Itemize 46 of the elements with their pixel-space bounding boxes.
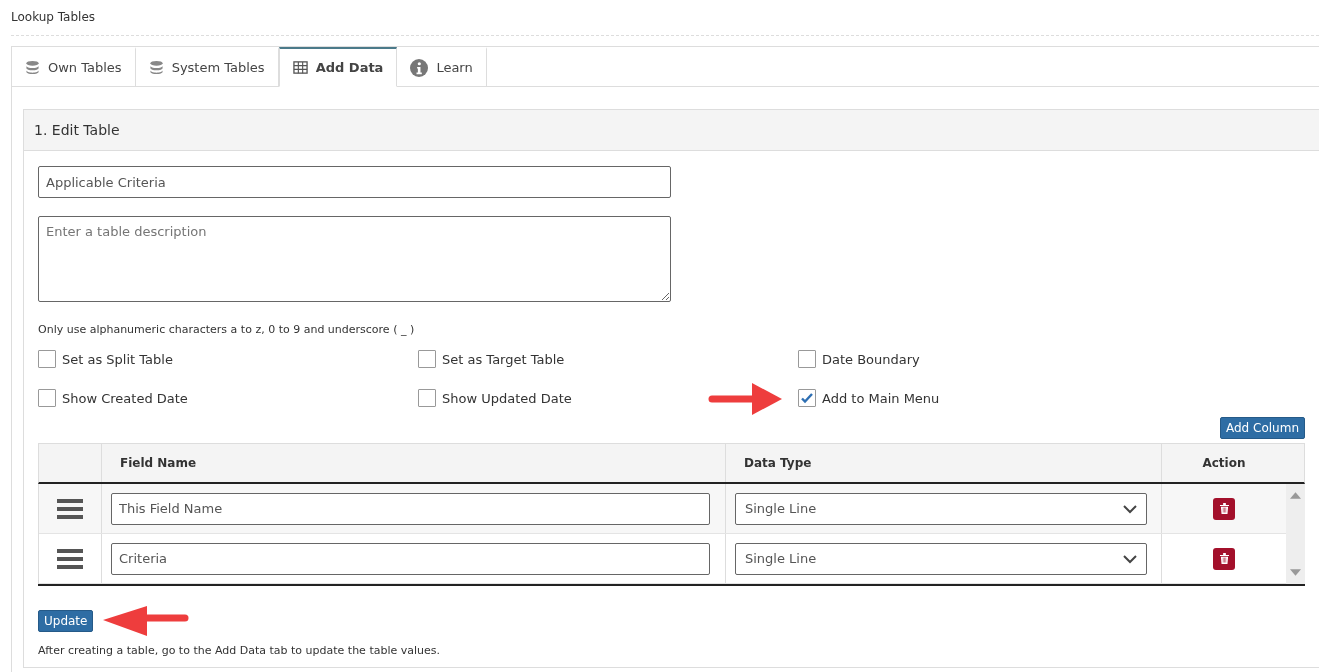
drag-handle-icon[interactable] [57,547,83,570]
checkbox-label: Date Boundary [822,351,920,367]
delete-button[interactable] [1213,547,1235,570]
tab[interactable]: Learn [397,47,487,87]
checkbox-label: Set as Split Table [62,351,173,367]
drag-handle-icon[interactable] [57,497,83,520]
footer-note: After creating a table, go to the Add Data tab to update the table values. [38,644,441,657]
checkbox[interactable] [38,350,56,368]
trash-icon [1219,553,1229,564]
checkbox[interactable] [798,389,816,407]
info-icon [410,58,429,77]
section-title: 1. Edit Table [24,110,1319,151]
scroll-down-icon[interactable] [1290,569,1301,576]
field-name-input[interactable]: This Field Name [111,492,710,525]
checkbox-label: Show Created Date [62,390,188,406]
scroll-up-icon[interactable] [1290,492,1301,499]
page-title: Lookup Tables [11,9,97,26]
data-type-select[interactable]: Single Line [735,542,1147,575]
tab[interactable]: Own Tables [12,47,136,87]
checkbox[interactable] [418,350,436,368]
chevron-down-icon [1123,503,1137,514]
field-name-input[interactable]: Criteria [111,542,710,575]
checkbox[interactable] [798,350,816,368]
trash-icon [1219,503,1229,514]
checkbox-label: Show Updated Date [442,390,572,406]
tab[interactable]: Add Data [278,47,398,87]
column-header: Action [1201,455,1247,472]
tab[interactable]: System Tables [135,47,279,87]
delete-button[interactable] [1213,497,1235,520]
checkbox[interactable] [38,389,56,407]
table-icon [292,60,308,75]
chevron-down-icon [1123,553,1137,564]
database-icon [25,60,40,75]
column-header: Data Type [726,444,1162,482]
scrollbar[interactable] [1286,484,1305,584]
checkbox[interactable] [418,389,436,407]
checkbox-label: Add to Main Menu [822,390,940,406]
hint-text: Only use alphanumeric characters a to z, 0 to 9 and underscore ( _ ) [38,323,416,336]
update-button[interactable]: Update [38,610,94,632]
add-column-button[interactable]: Add Column [1220,417,1305,439]
column-header: Field Name [102,444,726,482]
table-name-field[interactable]: Applicable Criteria [38,166,671,198]
database-icon [148,60,164,75]
checkbox-label: Set as Target Table [442,351,565,367]
data-type-select[interactable]: Single Line [735,492,1147,525]
description-field[interactable]: Enter a table description [38,216,671,302]
